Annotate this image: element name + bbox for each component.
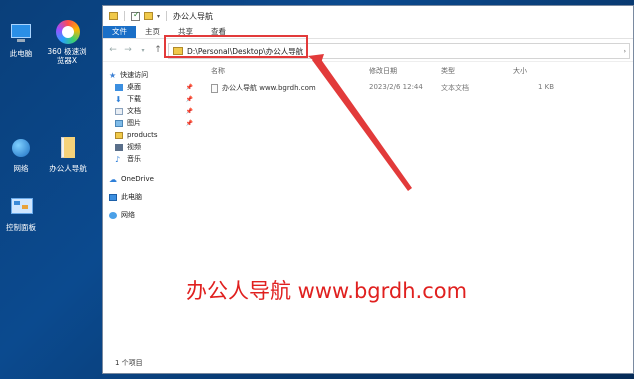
annotation-highlight-box [164, 35, 308, 58]
navigation-pane: ★ 快速访问 桌面 📌 ⬇ 下载 📌 文档 📌 图片 📌 products 视频… [103, 63, 199, 353]
desktop-icon-browser[interactable]: 360 极速浏览器X [44, 20, 90, 65]
file-icon [55, 137, 81, 161]
sidebar-item-label: products [127, 131, 158, 139]
video-icon [115, 143, 123, 151]
pin-icon: 📌 [185, 119, 193, 127]
sidebar-item-desktop[interactable]: 桌面 📌 [103, 81, 199, 93]
title-separator [166, 11, 168, 21]
computer-icon [109, 193, 117, 201]
desktop-icon-control-panel[interactable]: 控制面板 [0, 196, 44, 232]
network-icon [109, 211, 117, 219]
documents-icon [115, 107, 123, 115]
sidebar-item-documents[interactable]: 文档 📌 [103, 105, 199, 117]
desktop-icon-label: 办公人导航 [49, 164, 87, 173]
address-dropdown-icon[interactable]: › [624, 48, 626, 55]
desktop-icon-label: 控制面板 [6, 223, 36, 232]
computer-icon [8, 22, 34, 46]
sidebar-item-label: 文档 [127, 107, 141, 115]
control-panel-icon [8, 196, 34, 220]
pictures-icon [115, 119, 123, 127]
desktop-icon-network[interactable]: 网络 [0, 137, 44, 173]
new-folder-icon[interactable] [144, 12, 153, 20]
desktop-folder-icon [115, 83, 123, 91]
folder-icon [109, 12, 118, 20]
sidebar-item-music[interactable]: ♪ 音乐 [103, 153, 199, 165]
sidebar-item-label: 下载 [127, 95, 141, 103]
column-header-type[interactable]: 类型 [441, 66, 455, 76]
browser-icon [54, 20, 80, 44]
column-header-size[interactable]: 大小 [513, 66, 527, 76]
network-icon [8, 137, 34, 161]
file-type: 文本文档 [441, 84, 469, 92]
properties-icon[interactable] [131, 10, 140, 21]
tab-file[interactable]: 文件 [103, 26, 136, 38]
title-separator [124, 11, 125, 21]
sidebar-item-network[interactable]: 网络 [103, 209, 199, 221]
sidebar-item-label: 此电脑 [121, 193, 142, 201]
sidebar-item-videos[interactable]: 视频 [103, 141, 199, 153]
sidebar-item-pictures[interactable]: 图片 📌 [103, 117, 199, 129]
file-size: 1 KB [538, 83, 555, 91]
up-arrow-icon[interactable]: ↑ [154, 45, 162, 55]
overlay-caption: 办公人导航 www.bgrdh.com [186, 279, 468, 303]
sidebar-item-quick-access[interactable]: ★ 快速访问 [103, 69, 199, 81]
annotation-arrow [308, 54, 412, 191]
pin-icon: 📌 [185, 107, 193, 115]
sidebar-item-label: 视频 [127, 143, 141, 151]
sidebar-item-products[interactable]: products [103, 129, 199, 141]
recent-dropdown-icon[interactable]: ▾ [139, 47, 147, 54]
qat-dropdown-icon[interactable]: ▾ [157, 13, 160, 20]
column-header-name[interactable]: 名称 [211, 66, 225, 76]
sidebar-item-downloads[interactable]: ⬇ 下载 📌 [103, 93, 199, 105]
title-bar: ▾ 办公人导航 [103, 6, 633, 26]
sidebar-item-label: 网络 [121, 211, 135, 219]
download-icon: ⬇ [115, 94, 122, 104]
sidebar-item-onedrive[interactable]: ☁ OneDrive [103, 173, 199, 185]
music-icon: ♪ [115, 154, 121, 164]
desktop-icon-this-pc[interactable]: 此电脑 [0, 22, 44, 58]
desktop-icon-label: 360 极速浏览器X [47, 47, 87, 65]
window-title: 办公人导航 [173, 11, 214, 21]
star-icon: ★ [109, 70, 117, 80]
sidebar-item-label: 音乐 [127, 155, 141, 163]
sidebar-item-label: 图片 [127, 119, 141, 127]
desktop-icon-file[interactable]: 办公人导航 [45, 137, 91, 173]
cloud-icon: ☁ [109, 174, 117, 184]
folder-icon [115, 131, 123, 139]
text-file-icon [211, 83, 218, 93]
pin-icon: 📌 [185, 83, 193, 91]
pin-icon: 📌 [185, 95, 193, 103]
sidebar-item-label: 桌面 [127, 83, 141, 91]
desktop-icon-label: 网络 [13, 164, 29, 173]
forward-arrow-icon[interactable]: → [124, 45, 132, 55]
desktop-icon-label: 此电脑 [9, 49, 33, 58]
sidebar-item-this-pc[interactable]: 此电脑 [103, 191, 199, 203]
sidebar-item-label: OneDrive [121, 175, 154, 183]
back-arrow-icon[interactable]: ← [109, 45, 117, 55]
status-bar-text: 1 个项目 [115, 359, 143, 367]
sidebar-item-label: 快速访问 [120, 71, 149, 79]
